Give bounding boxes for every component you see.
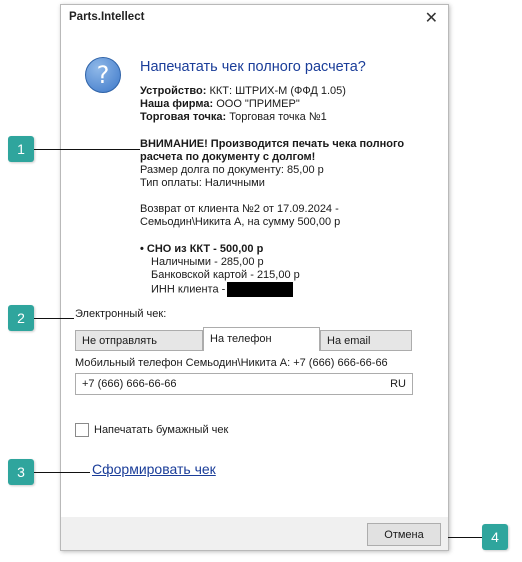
phone-input[interactable]: +7 (666) 666-66-66 RU: [75, 373, 413, 395]
inn-label: ИНН клиента -: [151, 283, 226, 296]
callout-1: 1: [8, 136, 34, 162]
point-label: Торговая точка:: [140, 111, 227, 123]
phone-value: +7 (666) 666-66-66: [82, 378, 177, 390]
e-receipt-label: Электронный чек:: [75, 308, 167, 320]
print-paper-checkbox[interactable]: [75, 423, 89, 437]
debt-text: Размер долга по документу: 85,00 р: [140, 164, 324, 176]
close-icon[interactable]: ✕: [425, 8, 438, 28]
return-line-2: Семьодин\Никита А, на сумму 500,00 р: [140, 216, 341, 228]
cash-text: Наличными - 285,00 р: [151, 256, 264, 268]
firm-label: Наша фирма:: [140, 98, 214, 110]
form-receipt-link[interactable]: Сформировать чек: [92, 461, 216, 477]
device-line: Устройство: ККТ: ШТРИХ-М (ФФД 1.05): [140, 85, 346, 97]
card-text: Банковской картой - 215,00 р: [151, 269, 300, 281]
tab-email[interactable]: На email: [320, 330, 412, 351]
firm-value: ООО "ПРИМЕР": [216, 98, 300, 110]
return-line-1: Возврат от клиента №2 от 17.09.2024 -: [140, 203, 339, 215]
cancel-button[interactable]: Отмена: [367, 523, 441, 546]
callout-2-line: [34, 318, 74, 319]
print-paper-label[interactable]: Напечатать бумажный чек: [94, 424, 228, 436]
callout-2: 2: [8, 305, 34, 331]
dialog-heading: Напечатать чек полного расчета?: [140, 59, 366, 75]
tab-phone[interactable]: На телефон: [203, 327, 320, 351]
point-line: Торговая точка: Торговая точка №1: [140, 111, 327, 123]
device-label: Устройство:: [140, 85, 207, 97]
callout-1-line: [34, 149, 140, 150]
firm-line: Наша фирма: ООО "ПРИМЕР": [140, 98, 300, 110]
sno-text: • СНО из ККТ - 500,00 р: [140, 243, 264, 255]
e-receipt-tabs: Не отправлять На телефон На email: [75, 327, 412, 351]
phone-caption: Мобильный телефон Семьодин\Никита А: +7 …: [75, 357, 388, 369]
redacted-block: [227, 282, 294, 297]
point-value: Торговая точка №1: [229, 111, 327, 123]
callout-4-line: [448, 537, 482, 538]
title-bar: Parts.Intellect ✕: [61, 5, 448, 31]
dialog-window: Parts.Intellect ✕ ? Напечатать чек полно…: [60, 4, 449, 551]
callout-3-line: [34, 472, 90, 473]
tab-dont-send[interactable]: Не отправлять: [75, 330, 203, 351]
warning-text: ВНИМАНИЕ! Производится печать чека полно…: [140, 138, 405, 163]
callout-4: 4: [482, 524, 508, 550]
window-title: Parts.Intellect: [69, 11, 145, 23]
device-value: ККТ: ШТРИХ-М (ФФД 1.05): [209, 85, 346, 97]
phone-region: RU: [390, 378, 406, 390]
callout-3: 3: [8, 459, 34, 485]
inn-line: ИНН клиента -: [151, 282, 294, 297]
question-icon: ?: [85, 57, 121, 93]
payment-type-text: Тип оплаты: Наличными: [140, 177, 265, 189]
